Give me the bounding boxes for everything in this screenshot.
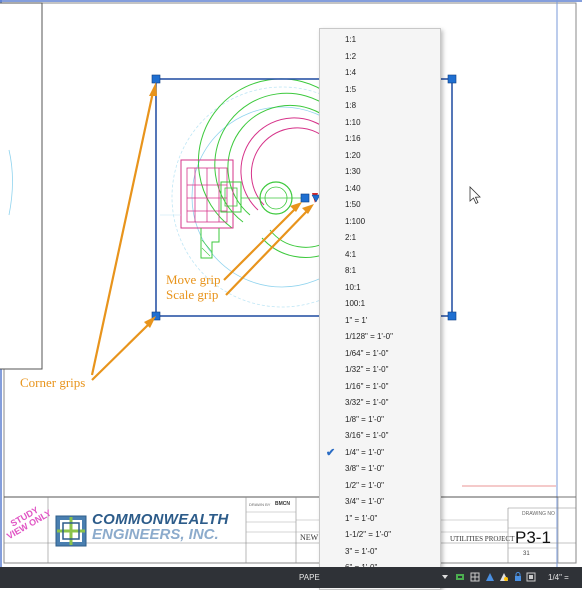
- layer-icon[interactable]: [455, 572, 465, 582]
- scale-menu-item[interactable]: 1:20: [320, 148, 440, 165]
- scale-menu-item-label: 1/4" = 1'-0": [345, 445, 384, 462]
- scale-menu-item-label: 1:2: [345, 49, 356, 66]
- scale-menu-item[interactable]: 3/32" = 1'-0": [320, 395, 440, 412]
- scale-menu-item[interactable]: 1/16" = 1'-0": [320, 379, 440, 396]
- scale-menu-item-label: 1:10: [345, 115, 361, 132]
- mouse-cursor-icon: [470, 187, 480, 204]
- scale-menu-item[interactable]: 1/128" = 1'-0": [320, 329, 440, 346]
- scale-menu-item-label: 1/64" = 1'-0": [345, 346, 388, 363]
- scale-menu-item[interactable]: 1/64" = 1'-0": [320, 346, 440, 363]
- scale-menu-item[interactable]: 1:1: [320, 32, 440, 49]
- scale-menu-item[interactable]: ✔ 1/4" = 1'-0": [320, 445, 440, 462]
- scale-grip-annotation: Scale grip: [166, 287, 218, 303]
- drawing-canvas[interactable]: [0, 0, 582, 588]
- company-name-line2: ENGINEERS, INC.: [92, 526, 219, 543]
- drawn-by-value: BMCN: [275, 501, 290, 507]
- scale-menu-item-label: 1:8: [345, 98, 356, 115]
- scale-menu-item-label: 1:40: [345, 181, 361, 198]
- scale-menu-item[interactable]: 3" = 1'-0": [320, 544, 440, 561]
- scale-menu-item-label: 3" = 1'-0": [345, 544, 377, 561]
- scale-menu-item[interactable]: 1/2" = 1'-0": [320, 478, 440, 495]
- scale-menu-item-label: 3/8" = 1'-0": [345, 461, 384, 478]
- scale-menu-item-label: 1" = 1'-0": [345, 511, 377, 528]
- title-block: [4, 486, 576, 563]
- scale-menu-item[interactable]: 3/16" = 1'-0": [320, 428, 440, 445]
- scale-menu-item[interactable]: 3/8" = 1'-0": [320, 461, 440, 478]
- scale-menu-item[interactable]: 1:16: [320, 131, 440, 148]
- scale-menu-item-label: 1:50: [345, 197, 361, 214]
- scale-menu-item[interactable]: 1:100: [320, 214, 440, 231]
- scale-menu-item[interactable]: 1/8" = 1'-0": [320, 412, 440, 429]
- scale-menu-item-label: 1:100: [345, 214, 365, 231]
- viewport-scale-menu[interactable]: 1:11:21:41:51:81:101:161:201:301:401:501…: [319, 28, 441, 590]
- scale-menu-item[interactable]: 1:30: [320, 164, 440, 181]
- project-title: UTILITIES PROJECT: [450, 535, 514, 543]
- annotation-visibility-icon[interactable]: [499, 572, 509, 582]
- grid-icon[interactable]: [470, 572, 480, 582]
- scale-menu-item[interactable]: 100:1: [320, 296, 440, 313]
- company-logo: [56, 516, 86, 546]
- annotation-arrows: [92, 82, 314, 380]
- project-title-left: NEW: [300, 533, 318, 542]
- move-grip[interactable]: [301, 194, 309, 202]
- scale-menu-item[interactable]: 4:1: [320, 247, 440, 264]
- scale-menu-item-label: 10:1: [345, 280, 361, 297]
- corner-grip-top-right[interactable]: [448, 75, 456, 83]
- drawing-no-label: DRAWING NO: [522, 511, 555, 517]
- left-viewport[interactable]: [0, 3, 42, 369]
- scale-menu-item[interactable]: 8:1: [320, 263, 440, 280]
- move-grip-annotation: Move grip: [166, 272, 221, 288]
- scale-menu-item[interactable]: 1:50: [320, 197, 440, 214]
- drawing-number: P3-1: [515, 528, 551, 548]
- scale-menu-item[interactable]: 10:1: [320, 280, 440, 297]
- scale-menu-item-label: 3/16" = 1'-0": [345, 428, 388, 445]
- scale-menu-item-label: 1/8" = 1'-0": [345, 412, 384, 429]
- scale-menu-item[interactable]: 1" = 1': [320, 313, 440, 330]
- scale-menu-item-label: 1:20: [345, 148, 361, 165]
- drawn-by-label: DRAWN BY: [249, 502, 270, 507]
- scale-menu-item[interactable]: 1:8: [320, 98, 440, 115]
- checkmark-icon: ✔: [326, 445, 335, 462]
- scale-menu-item-label: 8:1: [345, 263, 356, 280]
- scale-menu-item-label: 1/32" = 1'-0": [345, 362, 388, 379]
- scale-menu-item[interactable]: 2:1: [320, 230, 440, 247]
- corner-grip-bottom-right[interactable]: [448, 312, 456, 320]
- scale-menu-item[interactable]: 1:4: [320, 65, 440, 82]
- scale-menu-item-label: 1:30: [345, 164, 361, 181]
- scale-menu-item-label: 3/4" = 1'-0": [345, 494, 384, 511]
- scale-menu-item-label: 100:1: [345, 296, 365, 313]
- scale-menu-item[interactable]: 1:2: [320, 49, 440, 66]
- scale-menu-item[interactable]: 1-1/2" = 1'-0": [320, 527, 440, 544]
- scale-menu-item[interactable]: 1/32" = 1'-0": [320, 362, 440, 379]
- corner-grip-top-left[interactable]: [152, 75, 160, 83]
- scale-menu-item-label: 1/16" = 1'-0": [345, 379, 388, 396]
- viewport-scale-icon[interactable]: [526, 572, 546, 582]
- viewport-scale-readout[interactable]: 1/4" =: [548, 567, 569, 588]
- scale-menu-item[interactable]: 1:10: [320, 115, 440, 132]
- scale-menu-item-label: 1-1/2" = 1'-0": [345, 527, 391, 544]
- scale-menu-item-label: 2:1: [345, 230, 356, 247]
- dropdown-arrow-icon[interactable]: [440, 572, 450, 582]
- scale-menu-item[interactable]: 1:5: [320, 82, 440, 99]
- scale-menu-item[interactable]: 3/4" = 1'-0": [320, 494, 440, 511]
- scale-menu-item-label: 1:16: [345, 131, 361, 148]
- scale-menu-item-label: 3/32" = 1'-0": [345, 395, 388, 412]
- scale-menu-item[interactable]: 1:40: [320, 181, 440, 198]
- scale-menu-item-label: 1:5: [345, 82, 356, 99]
- scale-menu-item-label: 4:1: [345, 247, 356, 264]
- lock-icon[interactable]: [513, 572, 523, 582]
- scale-menu-item-label: 1" = 1': [345, 313, 367, 330]
- annotation-scale-icon[interactable]: [485, 572, 495, 582]
- corner-grips-annotation: Corner grips: [20, 375, 85, 391]
- scale-menu-item-label: 1:4: [345, 65, 356, 82]
- scale-menu-item-label: 1/128" = 1'-0": [345, 329, 393, 346]
- paper-space-toggle[interactable]: PAPE: [299, 567, 320, 588]
- scale-menu-item-label: 1:1: [345, 32, 356, 49]
- sheet-number: 31: [523, 551, 530, 557]
- scale-menu-item-label: 1/2" = 1'-0": [345, 478, 384, 495]
- scale-menu-item[interactable]: 1" = 1'-0": [320, 511, 440, 528]
